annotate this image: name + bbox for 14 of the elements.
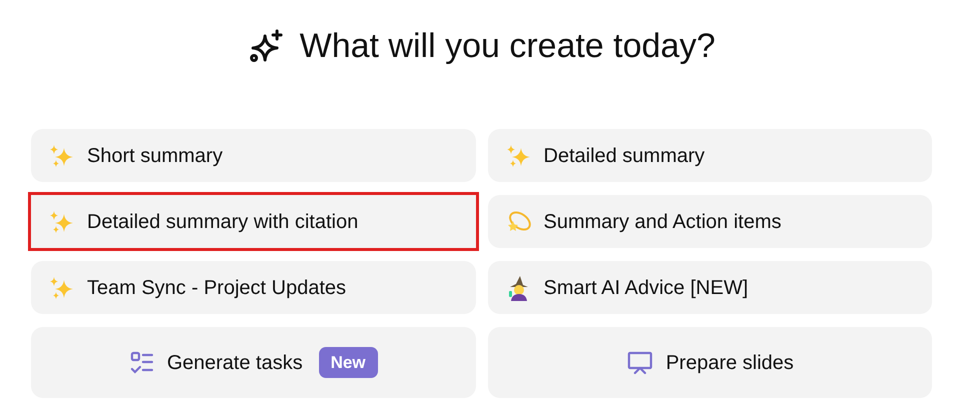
action-label: Prepare slides: [666, 350, 794, 376]
action-button[interactable]: Generate tasks New: [31, 327, 476, 398]
template-button[interactable]: Summary and Action items: [488, 195, 932, 248]
template-button[interactable]: Smart AI Advice [NEW]: [488, 261, 932, 314]
page-title: What will you create today?: [300, 29, 716, 63]
template-button[interactable]: Detailed summary with citation: [31, 195, 476, 248]
action-button[interactable]: Prepare slides: [488, 327, 932, 398]
checklist-icon: [128, 350, 155, 376]
new-badge: New: [318, 346, 378, 378]
template-button[interactable]: Detailed summary: [488, 129, 932, 182]
template-button[interactable]: Short summary: [31, 129, 476, 182]
sparkle-icon: [248, 28, 284, 64]
template-button[interactable]: Team Sync - Project Updates: [31, 261, 476, 314]
action-label: Generate tasks: [166, 350, 303, 376]
